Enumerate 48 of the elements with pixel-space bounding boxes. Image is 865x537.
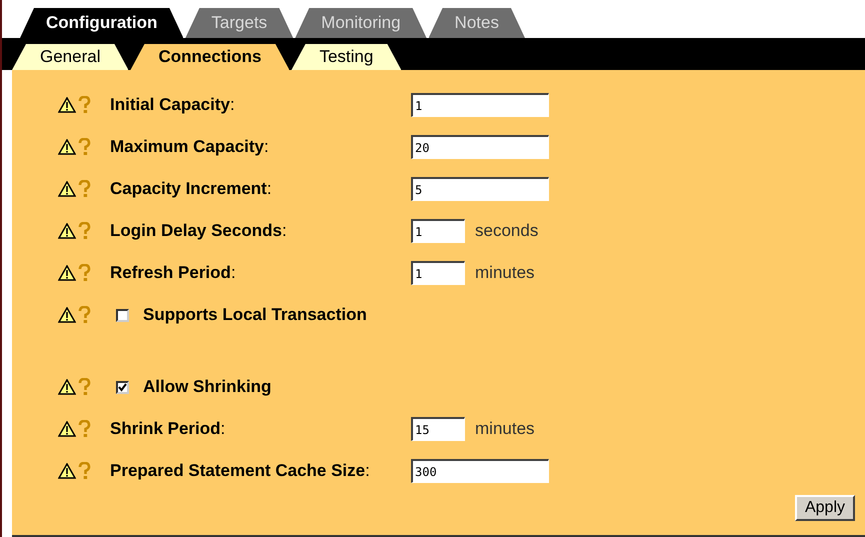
help-icon[interactable] <box>78 420 91 438</box>
help-icon[interactable] <box>78 180 91 198</box>
warning-icon <box>58 463 76 479</box>
apply-button[interactable]: Apply <box>794 495 855 521</box>
help-icon[interactable] <box>78 462 91 480</box>
warning-icon <box>58 379 76 395</box>
field-label: Prepared Statement Cache Size: <box>110 461 371 481</box>
field-label: Maximum Capacity: <box>110 137 270 157</box>
warning-icon <box>58 181 76 197</box>
warning-icon <box>58 139 76 155</box>
input-field[interactable]: 1 <box>411 219 465 243</box>
checkbox[interactable] <box>116 308 129 322</box>
warning-icon <box>58 307 76 323</box>
input-field[interactable]: 1 <box>411 93 549 117</box>
unit-label: seconds <box>475 221 538 241</box>
field-label: Login Delay Seconds: <box>110 221 288 241</box>
checkbox-label: Allow Shrinking <box>143 377 272 397</box>
warning-icon <box>58 97 76 113</box>
input-field[interactable]: 15 <box>411 417 465 441</box>
input-field[interactable]: 300 <box>411 459 549 483</box>
checkbox[interactable] <box>116 380 129 394</box>
field-label: Refresh Period: <box>110 263 237 283</box>
input-field[interactable]: 20 <box>411 135 549 159</box>
help-icon[interactable] <box>78 306 91 324</box>
sub-tab[interactable]: Testing <box>291 44 402 70</box>
tab[interactable]: Configuration <box>20 8 184 38</box>
warning-icon <box>58 265 76 281</box>
check-icon <box>118 382 127 392</box>
input-field[interactable]: 1 <box>411 261 465 285</box>
sub-tab[interactable]: General <box>12 44 128 70</box>
tab[interactable]: Monitoring <box>295 8 427 38</box>
checkbox-label: Supports Local Transaction <box>143 305 367 325</box>
field-label: Initial Capacity: <box>110 95 236 115</box>
help-icon[interactable] <box>78 264 91 282</box>
input-field[interactable]: 5 <box>411 177 549 201</box>
help-icon[interactable] <box>78 222 91 240</box>
field-label: Capacity Increment: <box>110 179 273 199</box>
warning-icon <box>58 421 76 437</box>
unit-label: minutes <box>475 419 535 439</box>
help-icon[interactable] <box>78 378 91 396</box>
sub-tab[interactable]: Connections <box>130 44 290 70</box>
tab[interactable]: Notes <box>428 8 525 38</box>
field-label: Shrink Period: <box>110 419 226 439</box>
help-icon[interactable] <box>78 96 91 114</box>
unit-label: minutes <box>475 263 535 283</box>
tab[interactable]: Targets <box>185 8 294 38</box>
warning-icon <box>58 223 76 239</box>
help-icon[interactable] <box>78 138 91 156</box>
